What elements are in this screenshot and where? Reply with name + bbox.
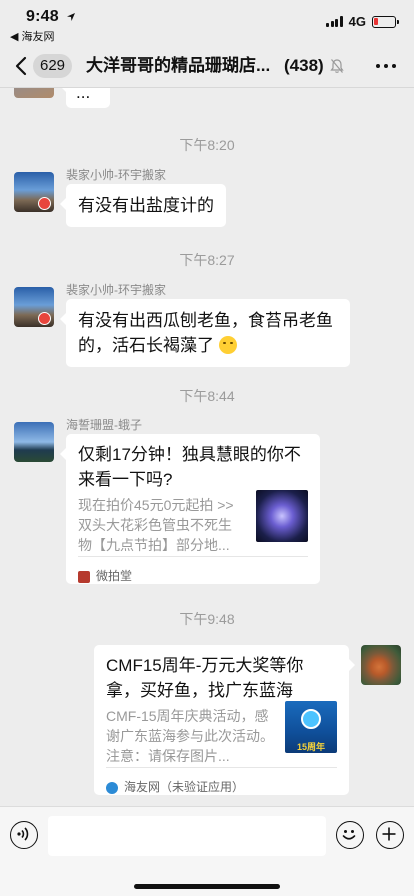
- voice-icon: [17, 827, 29, 841]
- status-indicators: 4G: [326, 14, 399, 29]
- back-chevron-icon: [15, 56, 27, 76]
- back-button[interactable]: [10, 52, 32, 80]
- red-badge-icon: [38, 197, 51, 210]
- card-source: 海友网（未验证应用）: [124, 780, 245, 794]
- chat-title: 大洋哥哥的精品珊瑚店...: [86, 56, 271, 75]
- mute-bell-icon: [330, 59, 344, 73]
- more-icon[interactable]: [376, 64, 396, 68]
- emoji-button[interactable]: [336, 821, 364, 849]
- card-source: 微拍堂: [96, 569, 133, 583]
- timestamp: 下午9:48: [179, 611, 235, 627]
- link-card[interactable]: CMF15周年-万元大奖等你拿，买好鱼，找广东蓝海 CMF-15周年庆典活动，感…: [94, 645, 355, 795]
- message-text: 有没有出盐度计的: [78, 196, 214, 215]
- timestamp: 下午8:20: [179, 137, 235, 153]
- message-text: 的，活石长褐藻了: [78, 336, 214, 355]
- chat-area[interactable]: ... 下午8:20 裴家小帅-环宇搬家 有没有出盐度计的 下午8:27 裴家小…: [0, 88, 414, 806]
- card-footer: 海友网（未验证应用）: [106, 767, 337, 800]
- status-bar: 9:48 ◀ 海友网 4G: [0, 0, 414, 44]
- card-description: CMF-15周年庆典活动，感谢广东蓝海参与此次活动。注意：请保存图片...: [106, 708, 274, 764]
- avatar[interactable]: [14, 422, 54, 462]
- message-input[interactable]: [48, 816, 326, 856]
- status-time: 9:48: [26, 8, 59, 25]
- card-thumbnail: [256, 490, 308, 542]
- thumbnail-logo-icon: [301, 709, 321, 729]
- sender-name: 裴家小帅-环宇搬家: [66, 168, 166, 182]
- voice-button[interactable]: [10, 821, 38, 849]
- battery-icon: [372, 15, 399, 28]
- message-bubble[interactable]: 有没有出西瓜刨老鱼，食苔吊老鱼 的，活石长褐藻了: [60, 299, 350, 367]
- return-to-app-link[interactable]: ◀ 海友网: [10, 28, 55, 44]
- tired-face-emoji-icon: [218, 336, 237, 354]
- red-badge-icon: [38, 312, 51, 325]
- member-count: (438): [284, 56, 324, 75]
- sender-name: 裴家小帅-环宇搬家: [66, 283, 166, 297]
- card-thumbnail: 15周年: [285, 701, 337, 753]
- link-card[interactable]: 仅剩17分钟！独具慧眼的你不来看一下吗? 现在拍价45元0元起拍 >> 双头大花…: [60, 434, 320, 584]
- message-bubble[interactable]: 有没有出盐度计的: [60, 184, 226, 227]
- network-type: 4G: [348, 14, 366, 29]
- card-title: 仅剩17分钟！独具慧眼的你不来看一下吗?: [78, 445, 301, 489]
- timestamp: 下午8:44: [179, 388, 235, 404]
- avatar[interactable]: [361, 645, 401, 685]
- sender-name: 海誓珊盟-蛾子: [66, 418, 142, 432]
- input-bar: [0, 806, 414, 896]
- card-footer: 微拍堂: [78, 556, 308, 589]
- emoji-icon: [343, 830, 356, 840]
- message-text: 有没有出西瓜刨老鱼，食苔吊老鱼: [78, 311, 333, 330]
- message-text: ...: [76, 88, 91, 102]
- haiyouwang-icon: [106, 781, 118, 794]
- card-title: CMF15周年-万元大奖等你拿，买好鱼，找广东蓝海: [106, 656, 304, 700]
- signal-icon: [326, 16, 343, 27]
- unread-count-badge[interactable]: 629: [33, 54, 73, 78]
- thumbnail-text: 15周年: [296, 742, 325, 752]
- more-functions-button[interactable]: [376, 821, 404, 849]
- chat-header: 629 大洋哥哥的精品珊瑚店... (438): [0, 44, 414, 88]
- weipaitang-icon: [78, 570, 90, 583]
- timestamp: 下午8:27: [179, 252, 235, 268]
- home-indicator[interactable]: [134, 884, 280, 889]
- plus-icon: [382, 827, 396, 841]
- avatar[interactable]: [14, 88, 54, 98]
- card-description: 现在拍价45元0元起拍 >> 双头大花彩色管虫不死生物【九点节拍】部分地...: [78, 497, 234, 553]
- location-arrow-icon: [67, 13, 75, 21]
- message-bubble[interactable]: ...: [60, 88, 110, 108]
